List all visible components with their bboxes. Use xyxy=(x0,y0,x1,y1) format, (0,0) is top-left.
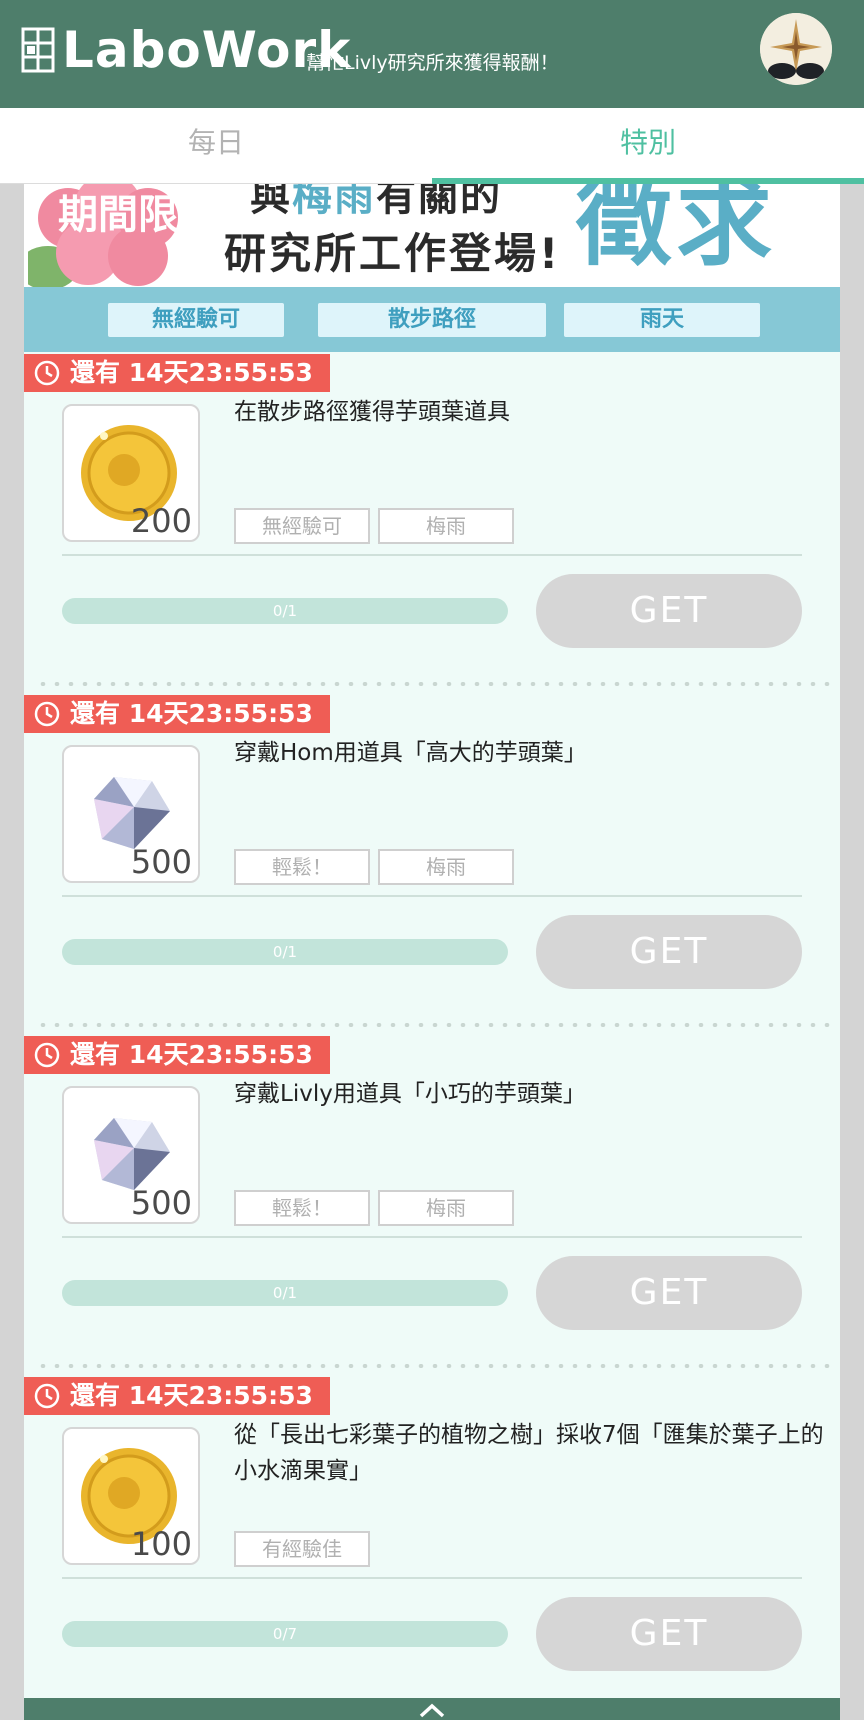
quest-timer: 還有 14天23:55:53 xyxy=(24,1377,330,1415)
quest-card: 還有 14天23:55:53 200 在散步路徑獲得芋頭葉道具 無經驗可 梅雨 … xyxy=(24,354,840,694)
limited-time-badge: 期間限定 xyxy=(28,184,208,288)
user-avatar[interactable] xyxy=(760,13,832,85)
quest-tag: 梅雨 xyxy=(378,849,514,885)
banner-big-text: 徵求 xyxy=(576,184,776,279)
progress-label: 0/1 xyxy=(272,1284,298,1302)
get-reward-button[interactable]: GET xyxy=(536,574,802,648)
progress-bar: 0/7 xyxy=(62,1621,508,1647)
tab-special[interactable]: 特別 xyxy=(432,108,864,184)
reward-box: 500 xyxy=(62,745,200,883)
quest-title: 穿戴Hom用道具「高大的芋頭葉」 xyxy=(234,740,587,766)
clock-icon xyxy=(34,1383,60,1409)
quest-card: 還有 14天23:55:53 100 從「長出七彩葉子的植物之樹」採收7個「匯集… xyxy=(24,1377,840,1717)
quest-card: 還有 14天23:55:53 500 穿戴Hom用道具「高大的芋頭葉」 輕鬆！ … xyxy=(24,695,840,1035)
divider xyxy=(62,554,802,556)
quest-tag: 梅雨 xyxy=(378,508,514,544)
divider xyxy=(62,895,802,897)
clock-icon xyxy=(34,1042,60,1068)
get-reward-button[interactable]: GET xyxy=(536,1597,802,1671)
quest-card: 還有 14天23:55:53 500 穿戴Livly用道具「小巧的芋頭葉」 輕鬆… xyxy=(24,1036,840,1376)
divider xyxy=(62,1577,802,1579)
banner-line1-pre: 與 xyxy=(250,184,292,220)
quest-title: 在散步路徑獲得芋頭葉道具 xyxy=(234,399,510,425)
banner-line1-post: 有關的 xyxy=(376,184,502,220)
quest-timer: 還有 14天23:55:53 xyxy=(24,695,330,733)
dotted-separator xyxy=(36,1364,836,1368)
progress-bar: 0/1 xyxy=(62,598,508,624)
divider xyxy=(62,1236,802,1238)
app-header: LaboWork 幫忙Livly研究所來獲得報酬！ xyxy=(0,0,864,108)
reward-box: 200 xyxy=(62,404,200,542)
quest-tag: 梅雨 xyxy=(378,1190,514,1226)
reward-count: 100 xyxy=(130,1525,192,1563)
tab-daily[interactable]: 每日 xyxy=(0,108,432,184)
reward-count: 500 xyxy=(130,843,192,881)
progress-label: 0/1 xyxy=(272,943,298,961)
clock-icon xyxy=(34,360,60,386)
reward-box: 500 xyxy=(62,1086,200,1224)
banner-tag-no-experience: 無經驗可 xyxy=(108,303,284,337)
quest-timer-text: 還有 14天23:55:53 xyxy=(70,699,313,728)
progress-label: 0/7 xyxy=(272,1625,298,1643)
quest-title: 穿戴Livly用道具「小巧的芋頭葉」 xyxy=(234,1081,586,1107)
dotted-separator xyxy=(36,1023,836,1027)
quest-timer-text: 還有 14天23:55:53 xyxy=(70,1040,313,1069)
quest-timer-text: 還有 14天23:55:53 xyxy=(70,358,313,387)
quest-tag: 有經驗佳 xyxy=(234,1531,370,1567)
get-reward-button[interactable]: GET xyxy=(536,1256,802,1330)
clock-icon xyxy=(34,701,60,727)
labo-logo-icon xyxy=(21,27,55,73)
banner-headline-1: 與梅雨有關的 xyxy=(250,184,502,222)
reward-count: 500 xyxy=(130,1184,192,1222)
quest-tag: 無經驗可 xyxy=(234,508,370,544)
get-reward-button[interactable]: GET xyxy=(536,915,802,989)
quest-tag: 輕鬆！ xyxy=(234,1190,370,1226)
header-subtitle: 幫忙Livly研究所來獲得報酬！ xyxy=(306,52,559,74)
chevron-up-icon xyxy=(419,1703,445,1718)
progress-bar: 0/1 xyxy=(62,939,508,965)
compass-star-icon xyxy=(760,13,832,85)
banner-line1-highlight: 梅雨 xyxy=(292,184,376,220)
banner-tag-rainy-day: 雨天 xyxy=(564,303,760,337)
quest-list[interactable]: 期間限定 與梅雨有關的 研究所工作登場! 徵求 無經驗可 散步路徑 雨天 還有 … xyxy=(24,184,840,1720)
tab-bar: 每日 特別 xyxy=(0,108,864,184)
progress-bar: 0/1 xyxy=(62,1280,508,1306)
banner-headline-2: 研究所工作登場! xyxy=(224,229,562,278)
banner-tag-walk-path: 散步路徑 xyxy=(318,303,546,337)
dotted-separator xyxy=(36,682,836,686)
quest-timer: 還有 14天23:55:53 xyxy=(24,354,330,392)
quest-timer-text: 還有 14天23:55:53 xyxy=(70,1381,313,1410)
scroll-top-bar[interactable] xyxy=(24,1698,840,1720)
quest-timer: 還有 14天23:55:53 xyxy=(24,1036,330,1074)
quest-title: 從「長出七彩葉子的植物之樹」採收7個「匯集於葉子上的小水滴果實」 xyxy=(234,1422,824,1484)
reward-box: 100 xyxy=(62,1427,200,1565)
event-banner: 期間限定 與梅雨有關的 研究所工作登場! 徵求 無經驗可 散步路徑 雨天 xyxy=(24,184,840,352)
reward-count: 200 xyxy=(130,502,192,540)
quest-tag: 輕鬆！ xyxy=(234,849,370,885)
progress-label: 0/1 xyxy=(272,602,298,620)
limited-badge-text: 期間限定 xyxy=(58,192,208,238)
